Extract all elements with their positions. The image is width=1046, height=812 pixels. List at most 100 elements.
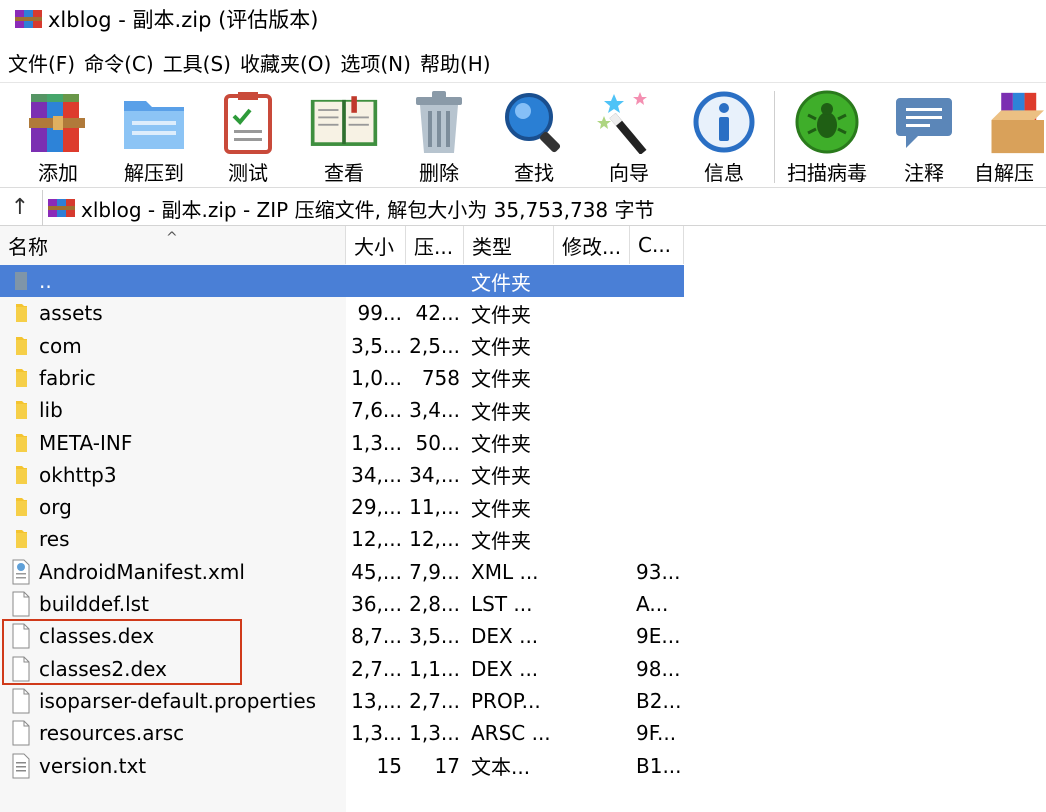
file-row[interactable]: okhttp3 34,... 34,... 文件夹 [0,459,684,491]
file-packed-size: 2,5... [410,333,460,358]
file-packed-size: 2,7... [410,688,460,713]
file-row[interactable]: res 12,... 12,... 文件夹 [0,523,684,555]
file-type: 文件夹 [471,528,531,553]
scan-virus-button[interactable]: 扫描病毒 [780,87,874,187]
extract-to-icon [119,87,189,157]
file-name: assets [39,301,103,326]
file-row[interactable]: version.txt 15 17 文本... B1... [0,750,684,782]
file-row[interactable]: lib 7,6... 3,4... 文件夹 [0,394,684,426]
column-crc[interactable]: C... [630,226,684,264]
menu-tools[interactable]: 工具(S) [163,46,231,79]
file-row[interactable]: fabric 1,0... 758 文件夹 [0,362,684,394]
menu-commands[interactable]: 命令(C) [84,46,154,79]
wizard-icon [594,87,664,157]
info-icon [689,87,759,157]
extract-to-button[interactable]: 解压到 [116,87,192,187]
file-size: 29,... [351,495,402,520]
file-crc [636,330,684,362]
file-name: org [39,495,72,520]
file-size: 2,7... [351,656,402,681]
find-button[interactable]: 查找 [498,87,570,187]
file-size: 7,6... [351,398,402,423]
column-type-label: 类型 [472,234,512,259]
delete-button[interactable]: 删除 [404,87,474,187]
file-row[interactable]: builddef.lst 36,... 2,8... LST ... A... [0,588,684,620]
column-size[interactable]: 大小 [346,226,406,264]
file-modified [556,491,630,523]
file-row[interactable]: resources.arsc 1,3... 1,3... ARSC ... 9F... [0,717,684,749]
sort-ascending-icon: ^ [166,230,178,246]
file-row[interactable]: com 3,5... 2,5... 文件夹 [0,330,684,362]
file-row[interactable]: assets 99... 42... 文件夹 [0,297,684,329]
winrar-icon [14,8,44,30]
file-type: ARSC ... [471,721,551,746]
column-header: 名称 ^ 大小 压... 类型 修改... C... [0,226,684,264]
column-type[interactable]: 类型 [464,226,554,264]
file-crc [636,427,684,459]
comment-label: 注释 [904,161,944,185]
file-icon [10,685,32,717]
info-button[interactable]: 信息 [688,87,760,187]
file-name: isoparser-default.properties [39,688,317,713]
file-modified [556,330,630,362]
file-modified [556,588,630,620]
menu-help[interactable]: 帮助(H) [420,46,491,79]
file-crc: 93... [636,559,681,584]
column-packed-label: 压... [414,234,454,259]
comment-button[interactable]: 注释 [890,87,958,187]
file-modified [556,362,630,394]
view-button[interactable]: 查看 [304,87,384,187]
folder-icon [10,330,32,362]
xml-file-icon [10,556,32,588]
parent-folder-icon [10,265,32,297]
file-row[interactable]: .. 文件夹 [0,265,684,297]
file-row[interactable]: org 29,... 11,... 文件夹 [0,491,684,523]
add-archive-icon [23,87,93,157]
file-name: lib [39,398,63,423]
menu-file[interactable]: 文件(F) [8,46,75,79]
add-label: 添加 [38,161,78,185]
test-icon [213,87,283,157]
text-file-icon [10,750,32,782]
test-label: 测试 [228,161,268,185]
menu-bar: 文件(F) 命令(C) 工具(S) 收藏夹(O) 选项(N) 帮助(H) [0,44,1046,80]
sfx-button[interactable]: 自解压 [974,87,1046,187]
file-packed-size: 7,9... [410,559,460,584]
file-type: DEX ... [471,656,539,681]
file-crc: B1... [636,753,682,778]
file-packed-size: 34,... [410,462,460,487]
add-button[interactable]: 添加 [22,87,94,187]
file-type: 文本... [471,755,531,779]
wizard-button[interactable]: 向导 [592,87,666,187]
menu-options[interactable]: 选项(N) [340,46,411,79]
archive-icon [47,197,77,219]
test-button[interactable]: 测试 [212,87,284,187]
file-type: 文件夹 [471,367,531,392]
up-arrow-icon[interactable]: ↑ [0,195,40,220]
column-modified[interactable]: 修改... [554,226,630,264]
file-size: 99... [357,301,402,326]
file-name: AndroidManifest.xml [39,559,245,584]
archive-path-text: xlblog - 副本.zip - ZIP 压缩文件, 解包大小为 35,753… [81,197,655,222]
delete-icon [404,87,474,157]
file-row[interactable]: AndroidManifest.xml 45,... 7,9... XML ... 93… [0,556,684,588]
file-packed-size: 17 [434,753,460,778]
file-size [346,265,404,297]
column-packed[interactable]: 压... [406,226,464,264]
file-crc: 9F... [636,721,677,746]
menu-favorites[interactable]: 收藏夹(O) [240,46,331,79]
file-modified [556,265,630,297]
file-packed-size: 2,8... [410,592,460,616]
file-size: 1,3... [351,721,402,746]
file-name: com [39,333,82,358]
highlight-annotation [2,619,242,685]
file-type: 文件夹 [471,302,531,327]
file-size: 12,... [351,527,402,552]
column-modified-label: 修改... [562,234,622,259]
file-list: 名称 ^ 大小 压... 类型 修改... C... .. 文件夹 assets 99… [0,226,1046,812]
file-row[interactable]: META-INF 1,3... 50... 文件夹 [0,427,684,459]
file-type: DEX ... [471,624,539,649]
file-row[interactable]: isoparser-default.properties 13,... 2,7...… [0,685,684,717]
path-box[interactable]: xlblog - 副本.zip - ZIP 压缩文件, 解包大小为 35,753… [42,190,1046,226]
file-packed-size: 50... [415,430,460,455]
